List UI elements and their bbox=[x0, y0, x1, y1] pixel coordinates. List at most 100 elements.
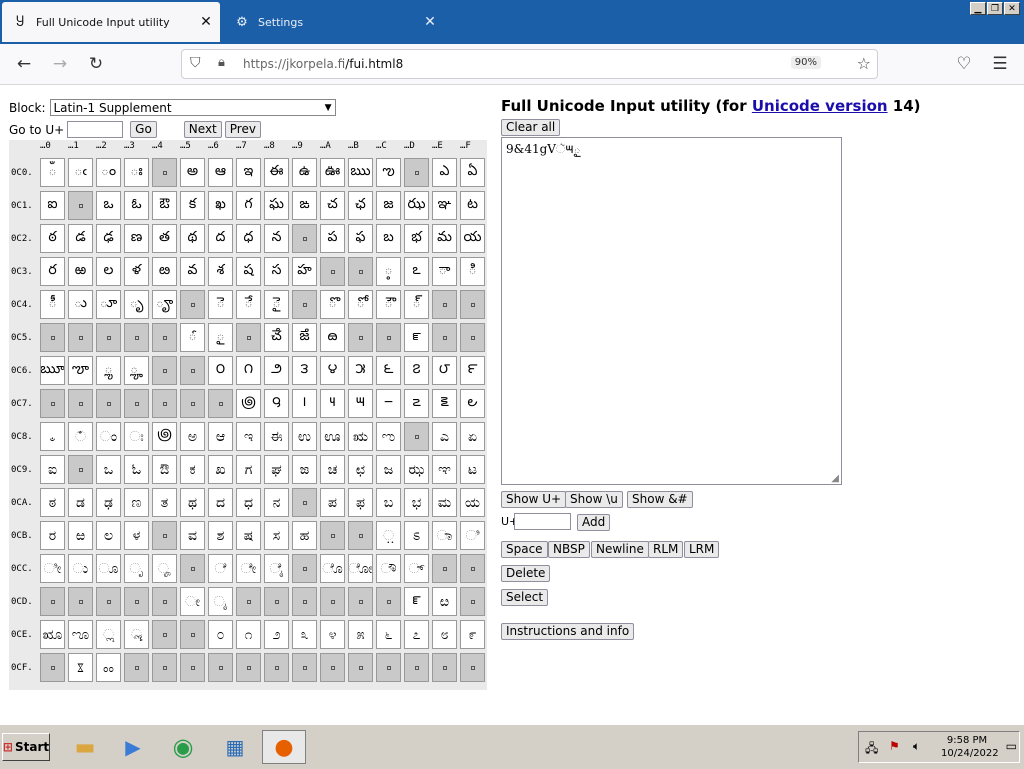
char-cell[interactable]: ొ bbox=[320, 290, 345, 319]
char-cell[interactable]: ಗ bbox=[236, 455, 261, 484]
unassigned-char-cell[interactable] bbox=[348, 521, 373, 550]
unassigned-char-cell[interactable] bbox=[404, 422, 429, 451]
char-cell[interactable]: ౣ bbox=[124, 356, 149, 385]
char-cell[interactable]: బ bbox=[376, 224, 401, 253]
char-cell[interactable]: ೖ bbox=[208, 587, 233, 616]
char-cell[interactable]: ఔ bbox=[152, 191, 177, 220]
char-cell[interactable]: ూ bbox=[96, 290, 121, 319]
char-cell[interactable]: ಭ bbox=[404, 488, 429, 517]
unassigned-char-cell[interactable] bbox=[124, 653, 149, 682]
unassigned-char-cell[interactable] bbox=[236, 587, 261, 616]
char-cell[interactable]: ೆ bbox=[208, 554, 233, 583]
unassigned-char-cell[interactable] bbox=[348, 653, 373, 682]
char-cell[interactable]: ం bbox=[96, 158, 121, 187]
unassigned-char-cell[interactable] bbox=[68, 389, 93, 418]
unassigned-char-cell[interactable] bbox=[460, 554, 485, 583]
unassigned-char-cell[interactable] bbox=[292, 554, 317, 583]
char-cell[interactable]: ೝ bbox=[404, 587, 429, 616]
char-cell[interactable]: ಈ bbox=[264, 422, 289, 451]
media-player-icon[interactable]: ▶ bbox=[114, 730, 152, 764]
unassigned-char-cell[interactable] bbox=[180, 389, 205, 418]
unassigned-char-cell[interactable] bbox=[152, 653, 177, 682]
char-cell[interactable]: ಄ bbox=[152, 422, 177, 451]
network-icon[interactable]: 🖧︎ bbox=[865, 739, 878, 760]
char-cell[interactable]: ఇ bbox=[236, 158, 261, 187]
char-cell[interactable]: ೢ bbox=[96, 620, 121, 649]
unassigned-char-cell[interactable] bbox=[152, 389, 177, 418]
char-cell[interactable]: ఴ bbox=[152, 257, 177, 286]
char-cell[interactable]: ೣ bbox=[124, 620, 149, 649]
lrm-button[interactable]: LRM bbox=[684, 541, 720, 558]
char-cell[interactable]: గ bbox=[236, 191, 261, 220]
char-cell[interactable]: ೀ bbox=[40, 554, 65, 583]
unassigned-char-cell[interactable] bbox=[292, 488, 317, 517]
menu-icon[interactable]: ☰ bbox=[988, 52, 1012, 76]
unassigned-char-cell[interactable] bbox=[348, 587, 373, 616]
char-cell[interactable]: ೲ bbox=[96, 653, 121, 682]
char-cell[interactable]: ౌ bbox=[376, 290, 401, 319]
char-cell[interactable]: ఼ bbox=[376, 257, 401, 286]
char-cell[interactable]: ಆ bbox=[208, 422, 233, 451]
close-window-button[interactable]: ✕ bbox=[1004, 2, 1020, 15]
char-cell[interactable]: ు bbox=[68, 290, 93, 319]
char-cell[interactable]: ఛ bbox=[348, 191, 373, 220]
char-cell[interactable]: ೃ bbox=[124, 554, 149, 583]
clear-all-button[interactable]: Clear all bbox=[501, 119, 561, 136]
tab-full-unicode-input[interactable]: Ⴘ Full Unicode Input utility ✕ bbox=[2, 2, 220, 42]
nbsp-button[interactable]: NBSP bbox=[548, 541, 590, 558]
char-cell[interactable]: ಀ bbox=[40, 422, 65, 451]
start-button[interactable]: ⊞ Start bbox=[2, 733, 50, 761]
char-cell[interactable]: ಏ bbox=[460, 422, 485, 451]
char-cell[interactable]: ఆ bbox=[208, 158, 233, 187]
unassigned-char-cell[interactable] bbox=[292, 653, 317, 682]
unassigned-char-cell[interactable] bbox=[180, 554, 205, 583]
char-cell[interactable]: అ bbox=[180, 158, 205, 187]
char-cell[interactable]: ಲ bbox=[96, 521, 121, 550]
unassigned-char-cell[interactable] bbox=[96, 587, 121, 616]
unassigned-char-cell[interactable] bbox=[432, 554, 457, 583]
next-button[interactable]: Next bbox=[183, 121, 222, 138]
char-cell[interactable]: ో bbox=[348, 290, 373, 319]
char-cell[interactable]: ఀ bbox=[40, 158, 65, 187]
char-cell[interactable]: ౫ bbox=[348, 356, 373, 385]
char-cell[interactable]: ವ bbox=[180, 521, 205, 550]
char-cell[interactable]: ೇ bbox=[236, 554, 261, 583]
char-cell[interactable]: ౬ bbox=[376, 356, 401, 385]
show-backslash-u-button[interactable]: Show \u bbox=[565, 491, 623, 508]
unassigned-char-cell[interactable] bbox=[40, 653, 65, 682]
unassigned-char-cell[interactable] bbox=[432, 290, 457, 319]
unassigned-char-cell[interactable] bbox=[152, 323, 177, 352]
char-cell[interactable]: ౙ bbox=[292, 323, 317, 352]
close-tab-icon[interactable]: ✕ bbox=[196, 14, 216, 30]
char-cell[interactable]: ౹ bbox=[292, 389, 317, 418]
char-cell[interactable]: ౿ bbox=[460, 389, 485, 418]
char-cell[interactable]: ఏ bbox=[460, 158, 485, 187]
unassigned-char-cell[interactable] bbox=[40, 587, 65, 616]
char-cell[interactable]: ౭ bbox=[404, 356, 429, 385]
char-cell[interactable]: ೫ bbox=[348, 620, 373, 649]
char-cell[interactable]: ಡ bbox=[68, 488, 93, 517]
char-cell[interactable]: ఐ bbox=[40, 191, 65, 220]
unassigned-char-cell[interactable] bbox=[320, 257, 345, 286]
reload-button[interactable]: ↻ bbox=[84, 52, 108, 76]
char-cell[interactable]: ధ bbox=[236, 224, 261, 253]
char-cell[interactable]: ಋ bbox=[348, 422, 373, 451]
char-cell[interactable]: ి bbox=[460, 257, 485, 286]
char-cell[interactable]: ళ bbox=[124, 257, 149, 286]
char-cell[interactable]: ్ bbox=[404, 290, 429, 319]
unassigned-char-cell[interactable] bbox=[376, 653, 401, 682]
char-cell[interactable]: ఉ bbox=[292, 158, 317, 187]
pocket-icon[interactable]: ♡ bbox=[952, 52, 976, 76]
char-cell[interactable]: ೬ bbox=[376, 620, 401, 649]
tab-settings[interactable]: ⚙ Settings ✕ bbox=[224, 2, 444, 42]
unassigned-char-cell[interactable] bbox=[404, 653, 429, 682]
unassigned-char-cell[interactable] bbox=[236, 323, 261, 352]
show-u-plus-button[interactable]: Show U+ bbox=[501, 491, 567, 508]
char-cell[interactable]: ప bbox=[320, 224, 345, 253]
char-cell[interactable]: ್ bbox=[404, 554, 429, 583]
char-cell[interactable]: ಥ bbox=[180, 488, 205, 517]
char-cell[interactable]: న bbox=[264, 224, 289, 253]
unassigned-char-cell[interactable] bbox=[432, 653, 457, 682]
char-cell[interactable]: ಃ bbox=[124, 422, 149, 451]
char-cell[interactable]: ೈ bbox=[264, 554, 289, 583]
